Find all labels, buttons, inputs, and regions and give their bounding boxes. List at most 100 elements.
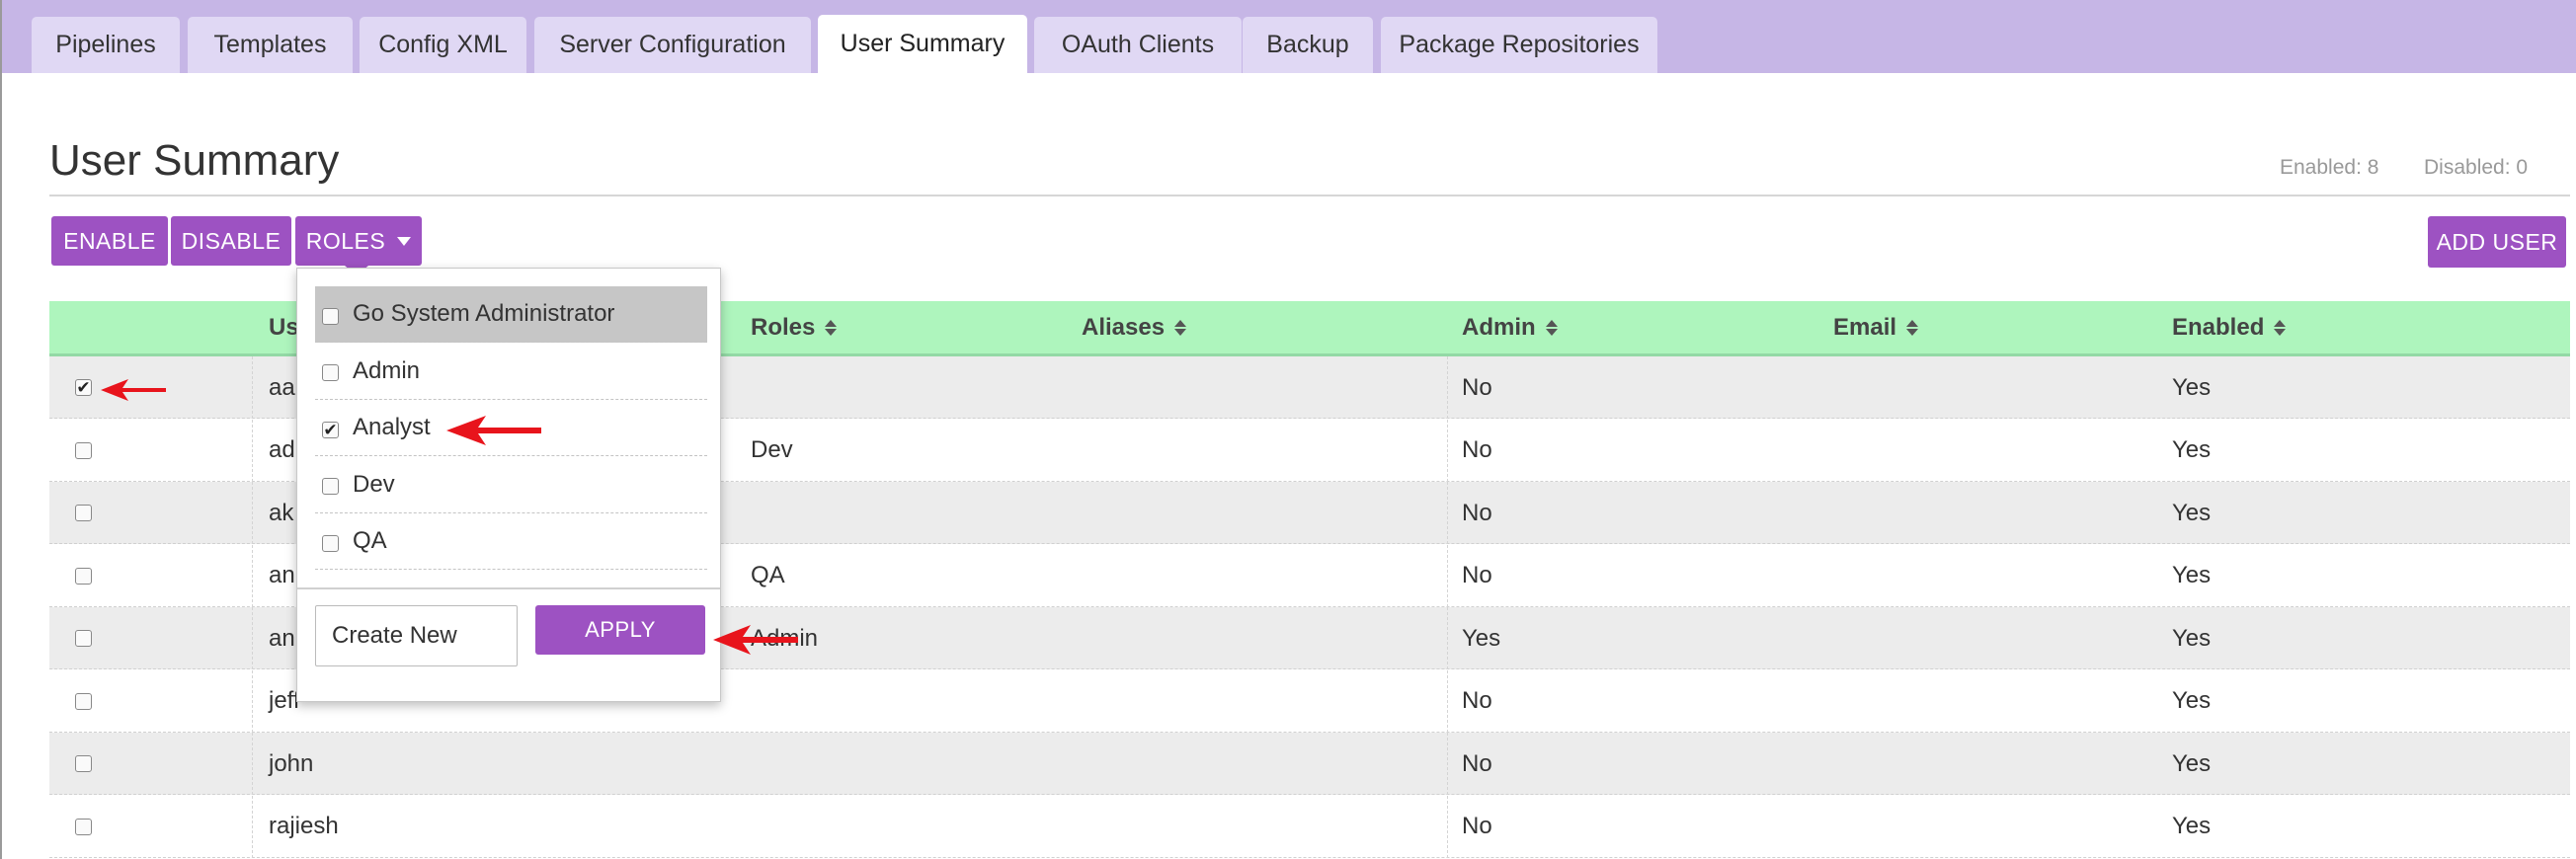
tab-server-configuration[interactable]: Server Configuration bbox=[534, 17, 811, 73]
column-header-label: Aliases bbox=[1082, 313, 1166, 341]
row-select-checkbox[interactable]: ✔ bbox=[75, 379, 92, 396]
row-select-checkbox[interactable] bbox=[75, 441, 92, 459]
new-role-input[interactable] bbox=[315, 605, 518, 666]
column-header-label: Enabled bbox=[2172, 313, 2265, 341]
tab-pipelines[interactable]: Pipelines bbox=[32, 17, 180, 73]
column-divider bbox=[1447, 669, 1449, 733]
admin-cell: No bbox=[1462, 373, 1492, 401]
username-cell: jeff bbox=[269, 687, 300, 714]
row-select-checkbox[interactable] bbox=[75, 505, 92, 521]
column-divider bbox=[1447, 607, 1449, 669]
row-select-cell bbox=[75, 420, 92, 482]
disabled-count: Disabled: 0 bbox=[2424, 156, 2529, 179]
username-cell: an bbox=[269, 624, 295, 652]
admin-cell: No bbox=[1462, 436, 1492, 463]
role-checkbox[interactable] bbox=[322, 364, 339, 381]
tab-oauth-clients[interactable]: OAuth Clients bbox=[1034, 17, 1242, 73]
column-divider bbox=[252, 356, 254, 419]
column-header-email[interactable]: Email bbox=[1833, 301, 1919, 353]
role-checkbox[interactable] bbox=[322, 478, 339, 495]
column-header-enabled[interactable]: Enabled bbox=[2172, 301, 2287, 353]
table-row[interactable]: john No Yes bbox=[49, 733, 2570, 795]
admin-cell: No bbox=[1462, 687, 1492, 714]
role-option[interactable]: QA bbox=[315, 513, 707, 570]
username-cell: ad bbox=[269, 436, 295, 463]
disable-button[interactable]: DISABLE bbox=[171, 216, 291, 266]
column-header-aliases[interactable]: Aliases bbox=[1082, 301, 1187, 353]
sort-icon bbox=[1545, 319, 1558, 336]
row-select-cell bbox=[75, 733, 92, 795]
row-select-checkbox[interactable] bbox=[75, 630, 92, 647]
roles-cell: Dev bbox=[751, 436, 793, 463]
column-divider bbox=[1447, 419, 1449, 482]
tab-package-repositories[interactable]: Package Repositories bbox=[1381, 17, 1657, 73]
role-option[interactable]: ✔ Analyst bbox=[315, 400, 707, 456]
column-divider bbox=[1447, 795, 1449, 858]
column-divider bbox=[252, 482, 254, 544]
roles-dropdown: Go System Administrator Admin ✔ Analyst Dev Q… bbox=[296, 268, 721, 702]
enabled-cell: Yes bbox=[2172, 687, 2212, 714]
enable-button[interactable]: ENABLE bbox=[51, 216, 168, 266]
add-user-button[interactable]: ADD USER bbox=[2428, 216, 2566, 268]
roles-button-label: ROLES bbox=[305, 227, 386, 254]
roles-cell: QA bbox=[751, 562, 785, 588]
row-select-cell: ✔ bbox=[75, 356, 92, 419]
column-header-admin[interactable]: Admin bbox=[1462, 301, 1558, 353]
sort-icon bbox=[825, 319, 838, 336]
tab-config-xml[interactable]: Config XML bbox=[360, 17, 526, 73]
column-divider bbox=[1447, 544, 1449, 607]
admin-cell: No bbox=[1462, 813, 1492, 839]
apply-roles-button[interactable]: APPLY bbox=[535, 605, 705, 655]
role-option-label: Admin bbox=[353, 356, 421, 384]
role-option-label: Dev bbox=[353, 470, 395, 498]
enabled-cell: Yes bbox=[2172, 436, 2212, 463]
row-select-cell bbox=[75, 482, 92, 544]
admin-cell: No bbox=[1462, 499, 1492, 526]
enabled-cell: Yes bbox=[2172, 624, 2212, 652]
column-divider bbox=[252, 669, 254, 733]
column-divider bbox=[252, 795, 254, 858]
dropdown-divider bbox=[297, 587, 720, 589]
row-select-checkbox[interactable] bbox=[75, 818, 92, 835]
enabled-cell: Yes bbox=[2172, 813, 2212, 839]
column-header-username[interactable]: Us bbox=[269, 301, 299, 353]
role-checkbox[interactable] bbox=[322, 534, 339, 552]
table-row[interactable]: rajiesh No Yes bbox=[49, 795, 2570, 858]
role-option-label: Go System Administrator bbox=[353, 300, 615, 327]
admin-cell: Yes bbox=[1462, 624, 1501, 652]
row-select-checkbox[interactable] bbox=[75, 692, 92, 710]
role-option-label: Analyst bbox=[353, 414, 431, 440]
column-header-roles[interactable]: Roles bbox=[751, 301, 838, 353]
role-option[interactable]: Admin bbox=[315, 344, 707, 400]
role-checkbox[interactable]: ✔ bbox=[322, 421, 339, 438]
role-option[interactable]: Dev bbox=[315, 457, 707, 513]
role-option[interactable]: Go System Administrator bbox=[315, 286, 707, 343]
row-select-cell bbox=[75, 545, 92, 607]
column-divider bbox=[1447, 733, 1449, 795]
title-divider bbox=[49, 195, 2570, 196]
roles-button[interactable]: ROLES bbox=[295, 216, 422, 266]
role-option-label: QA bbox=[353, 527, 387, 554]
username-cell: ak bbox=[269, 499, 294, 526]
row-select-cell bbox=[75, 796, 92, 858]
row-select-checkbox[interactable] bbox=[75, 567, 92, 585]
role-checkbox[interactable] bbox=[322, 307, 339, 325]
sort-icon bbox=[1906, 319, 1919, 336]
tab-backup[interactable]: Backup bbox=[1243, 17, 1373, 73]
column-header-label: Us bbox=[269, 313, 299, 341]
column-divider bbox=[252, 419, 254, 482]
column-divider bbox=[252, 607, 254, 669]
enabled-cell: Yes bbox=[2172, 562, 2212, 588]
enabled-cell: Yes bbox=[2172, 499, 2212, 526]
enabled-cell: Yes bbox=[2172, 749, 2212, 777]
username-cell: john bbox=[269, 749, 314, 777]
tab-templates[interactable]: Templates bbox=[188, 17, 353, 73]
column-divider bbox=[252, 544, 254, 607]
admin-tab-bar: Pipelines Templates Config XML Server Co… bbox=[2, 0, 2576, 73]
admin-cell: No bbox=[1462, 562, 1492, 588]
column-divider bbox=[252, 733, 254, 795]
tab-user-summary[interactable]: User Summary bbox=[818, 15, 1027, 73]
column-divider bbox=[1447, 356, 1449, 419]
sort-icon bbox=[1174, 319, 1187, 336]
row-select-checkbox[interactable] bbox=[75, 755, 92, 772]
